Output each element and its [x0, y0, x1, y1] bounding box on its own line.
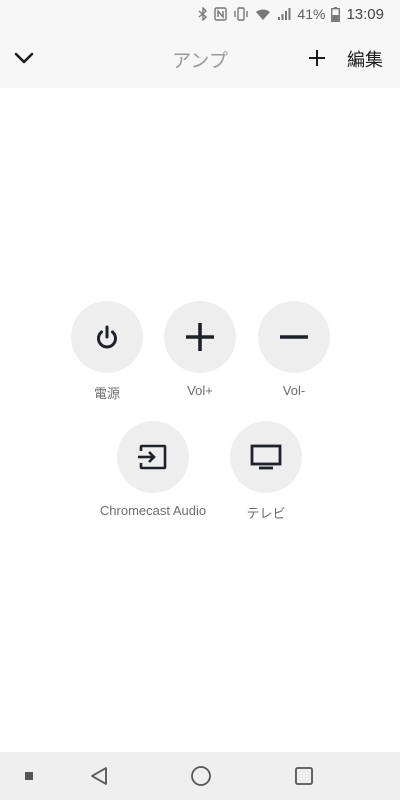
status-bar: 41% 13:09	[0, 0, 400, 28]
volume-up-button[interactable]: Vol+	[164, 301, 236, 398]
volume-down-circle[interactable]	[258, 301, 330, 373]
volume-down-label: Vol-	[282, 383, 306, 398]
input-icon	[138, 444, 168, 470]
volume-up-label: Vol+	[187, 383, 213, 398]
vibrate-icon	[233, 7, 249, 21]
chromecast-audio-button[interactable]: Chromecast Audio	[100, 421, 206, 518]
power-icon	[93, 323, 121, 351]
chromecast-audio-circle[interactable]	[117, 421, 189, 493]
add-button[interactable]	[303, 44, 331, 72]
volume-up-circle[interactable]	[164, 301, 236, 373]
nfc-icon	[214, 7, 228, 21]
minus-icon	[278, 321, 310, 353]
battery-percent: 41%	[297, 6, 326, 22]
clock: 13:09	[346, 5, 384, 23]
page-title: アンプ	[172, 50, 228, 72]
recents-button[interactable]	[292, 764, 316, 788]
navigation-bar	[0, 752, 400, 800]
power-button[interactable]: 電源	[71, 301, 143, 402]
home-button[interactable]	[189, 764, 213, 788]
menu-dot-button[interactable]	[17, 764, 41, 788]
wifi-icon	[255, 8, 271, 21]
bluetooth-icon	[198, 7, 208, 21]
tv-button[interactable]: テレビ	[230, 421, 302, 522]
power-button-circle[interactable]	[71, 301, 143, 373]
power-label: 電源	[93, 386, 120, 401]
battery-icon	[331, 6, 341, 22]
edit-button[interactable]: 編集	[347, 46, 383, 72]
tv-label: テレビ	[246, 506, 286, 521]
back-button[interactable]	[87, 764, 111, 788]
tv-icon	[250, 444, 282, 470]
tv-circle[interactable]	[230, 421, 302, 493]
recents-icon	[294, 766, 314, 786]
plus-icon	[184, 321, 216, 353]
plus-icon	[307, 48, 327, 68]
home-icon	[190, 765, 212, 787]
menu-dot-icon	[25, 772, 33, 780]
signal-icon	[277, 7, 291, 21]
app-bar: アンプ 編集	[0, 28, 400, 88]
back-icon	[89, 766, 109, 786]
volume-down-button[interactable]: Vol-	[258, 301, 330, 398]
chromecast-audio-label: Chromecast Audio	[99, 503, 207, 518]
